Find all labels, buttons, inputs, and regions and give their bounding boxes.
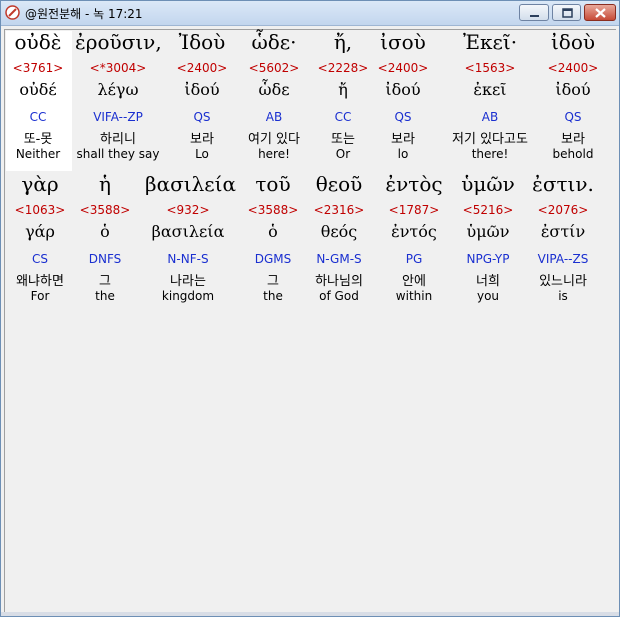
english-gloss: there! [471,147,509,161]
greek-word: ἐστιν. [532,172,594,196]
lemma: ὑμῶν [466,222,510,241]
english-gloss: the [95,289,115,303]
greek-word: θεοῦ [315,172,363,196]
lemma: οὐδέ [19,80,57,99]
english-gloss: kingdom [161,289,215,303]
lemma: ὁ [100,222,110,241]
close-button[interactable] [584,4,616,21]
lemma: βασιλεία [151,222,225,241]
lemma: ἰδού [555,80,591,99]
parsing-code: N-NF-S [167,252,209,266]
korean-gloss: 또-못 [23,132,53,147]
parsing-code: DNFS [88,252,122,266]
english-gloss: of God [319,289,359,303]
greek-word: ἡ [99,172,111,196]
window-title: @원전분해 - 녹 17:21 [25,7,143,21]
korean-gloss: 있느니라 [539,274,587,289]
strong-number: <932> [166,203,210,217]
strong-number: <2316> [313,203,365,217]
parsing-code: VIPA--ZS [537,252,589,266]
strong-number: <5216> [462,203,514,217]
interlinear-panel[interactable]: οὐδὲ <3761> οὐδέ CC 또-못 Neither ἐροῦσιν,… [4,29,616,614]
korean-gloss: 보라 [561,132,585,147]
parsing-code: QS [394,110,412,124]
parsing-code: NPG-YP [466,252,510,266]
app-icon [5,5,20,20]
korean-gloss: 하나님의 [315,274,363,289]
greek-word: ὑμῶν [461,172,515,196]
lemma: ἐκεῖ [473,80,507,99]
minimize-icon [530,15,539,17]
maximize-icon [562,8,573,18]
minimize-button[interactable] [519,4,549,21]
korean-gloss: 너희 [476,274,500,289]
parsing-code: VIFA--ZP [93,110,143,124]
korean-gloss: 그 [99,274,111,289]
parsing-code: N-GM-S [316,252,362,266]
greek-word: Ἐκεῖ· [462,30,518,54]
greek-word: ἰδοὺ [550,30,596,54]
window-bottom-border [1,612,619,616]
close-icon [595,8,606,18]
english-gloss: lo [397,147,409,161]
strong-number: <*3004> [89,61,147,75]
english-gloss: you [476,289,500,303]
parsing-code: CC [29,110,47,124]
parsing-code: AB [481,110,499,124]
english-gloss: is [558,289,568,303]
maximize-button[interactable] [552,4,581,21]
english-gloss: shall they say [76,147,160,161]
korean-gloss: 하리니 [100,132,136,147]
greek-word: οὐδὲ [14,30,62,54]
english-gloss: Neither [15,147,61,161]
strong-number: <2400> [547,61,599,75]
english-gloss: behold [552,147,594,161]
lemma: θεός [320,222,358,241]
greek-word: ἰσοὺ [380,30,426,54]
app-window: @원전분해 - 녹 17:21 οὐδὲ <3761> οὐδέ CC 또-못 … [0,0,620,617]
greek-word: βασιλεία [145,172,236,196]
lemma: λέγω [97,80,139,99]
korean-gloss: 저기 있다고도 [452,132,528,147]
strong-number: <2400> [377,61,429,75]
lemma: ἰδού [385,80,421,99]
strong-number: <3588> [79,203,131,217]
strong-number: <2076> [537,203,589,217]
lemma: ἐστίν [540,222,586,241]
greek-word: ἐροῦσιν, [75,30,162,54]
strong-number: <3761> [12,61,64,75]
korean-gloss: 나라는 [170,274,206,289]
title-bar[interactable]: @원전분해 - 녹 17:21 [1,1,619,26]
korean-gloss: 보라 [391,132,415,147]
strong-number: <1563> [464,61,516,75]
parsing-code: QS [564,110,582,124]
